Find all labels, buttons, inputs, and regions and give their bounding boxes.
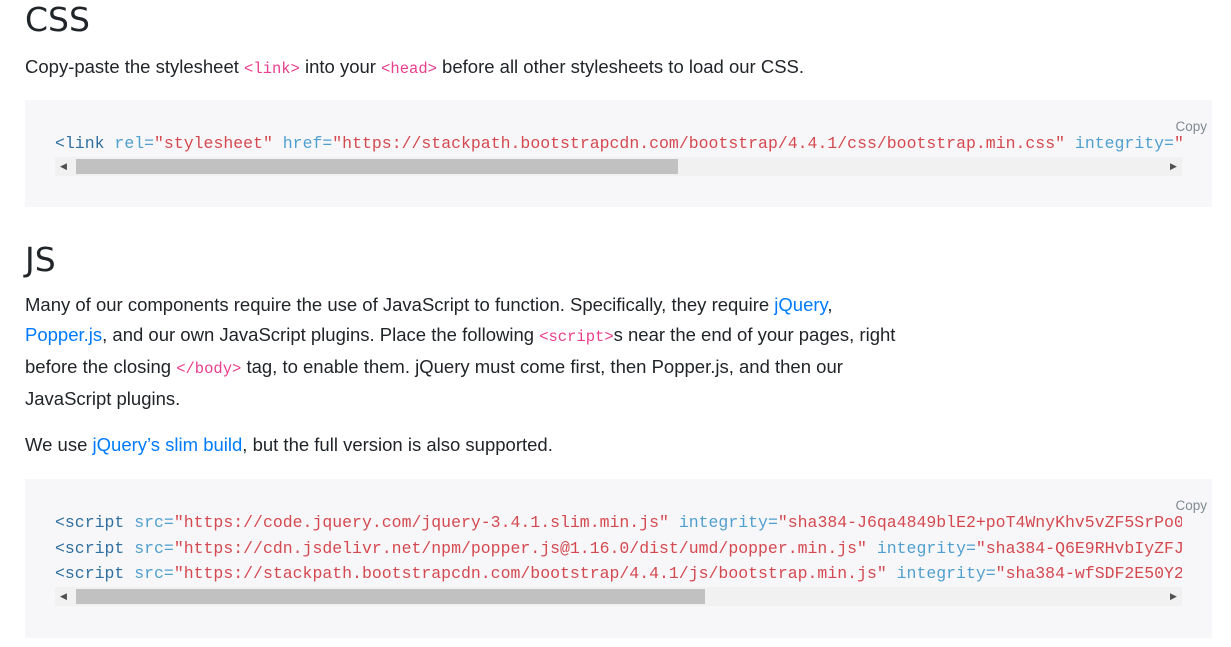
code-line: <script src="https://cdn.jsdelivr.net/np… xyxy=(55,536,1182,562)
js-intro-line-4: JavaScript plugins. xyxy=(25,384,985,414)
js-slim-paragraph: We use jQuery’s slim build, but the full… xyxy=(25,430,553,460)
js-text: Many of our components require the use o… xyxy=(25,294,775,315)
scrollbar-thumb[interactable] xyxy=(76,159,678,174)
code-string: "stylesheet" xyxy=(154,134,273,153)
code-string: "https://stackpath.bootstrapcdn.com/boot… xyxy=(332,134,1066,153)
scroll-left-arrow-icon[interactable]: ◀ xyxy=(55,157,72,176)
js-intro-line-3: before the closing </body> tag, to enabl… xyxy=(25,352,985,384)
js-heading: JS xyxy=(25,240,56,279)
scroll-right-arrow-icon[interactable]: ▶ xyxy=(1165,587,1182,606)
js-code-block: Copy <script src="https://code.jquery.co… xyxy=(25,479,1212,638)
code-string: "sha384-J6qa4849blE2+poT4WnyKhv5vZF5SrPo… xyxy=(777,513,1182,532)
code-attr: integrity= xyxy=(886,564,996,583)
code-string: "sha384-wfSDF2E50Y2D1uUdj0O3uMBJnjuUD4Ih… xyxy=(995,564,1182,583)
js-text: JavaScript plugins. xyxy=(25,388,181,409)
code-string: "sha384-Q6E9RHvbIyZFJoft+2mJbHaEWldlvI9I… xyxy=(975,538,1182,558)
js-text: , but the full version is also supported… xyxy=(242,434,553,455)
js-text: tag, to enable them. jQuery must come fi… xyxy=(241,356,843,377)
js-horizontal-scrollbar[interactable]: ◀ ▶ xyxy=(55,587,1182,606)
code-tag: <script xyxy=(55,538,125,558)
js-intro-line-1: Many of our components require the use o… xyxy=(25,290,985,320)
css-code-scroll-area[interactable]: <link rel="stylesheet" href="https://sta… xyxy=(55,131,1182,157)
code-attr: src= xyxy=(124,538,174,558)
code-attr: src= xyxy=(124,564,174,583)
js-code-scroll-area[interactable]: <script src="https://code.jquery.com/jqu… xyxy=(55,510,1182,587)
code-string: "https://stackpath.bootstrapcdn.com/boot… xyxy=(173,564,887,583)
code-tag: <script xyxy=(55,564,125,583)
js-text: , and our own JavaScript plugins. Place … xyxy=(102,324,540,345)
code-tag: <link xyxy=(55,134,105,153)
scroll-left-arrow-icon[interactable]: ◀ xyxy=(55,587,72,606)
code-string: "https://cdn.jsdelivr.net/npm/popper.js@… xyxy=(173,538,867,558)
code-attr: integrity= xyxy=(866,538,976,558)
css-intro-text-3: before all other stylesheets to load our… xyxy=(436,56,805,77)
js-text: s near the end of your pages, right xyxy=(613,324,896,345)
code-attr: src= xyxy=(124,513,174,532)
js-intro-paragraph: Many of our components require the use o… xyxy=(25,290,985,414)
css-code-block: Copy <link rel="stylesheet" href="https:… xyxy=(25,100,1212,207)
scrollbar-thumb[interactable] xyxy=(76,589,705,604)
js-text: We use xyxy=(25,434,93,455)
popper-link[interactable]: Popper.js xyxy=(25,324,102,345)
code-attr: integrity= xyxy=(668,513,778,532)
code-string: "https://code.jquery.com/jquery-3.4.1.sl… xyxy=(173,513,669,532)
inline-code-body: </body> xyxy=(176,360,242,378)
code-tag: <script xyxy=(55,513,125,532)
jquery-link[interactable]: jQuery xyxy=(774,294,827,315)
jquery-slim-link[interactable]: jQuery’s slim build xyxy=(93,434,243,455)
code-string: "sha384-Vkoo8x4CGsO3+Hhxv8T/Q5PaXtkKtu6u… xyxy=(1174,134,1182,153)
css-intro-text-2: into your xyxy=(299,56,382,77)
code-line: <script src="https://code.jquery.com/jqu… xyxy=(55,510,1182,536)
code-line: <script src="https://stackpath.bootstrap… xyxy=(55,561,1182,587)
css-horizontal-scrollbar[interactable]: ◀ ▶ xyxy=(55,157,1182,176)
inline-code-head: <head> xyxy=(381,60,437,78)
code-line: <link rel="stylesheet" href="https://sta… xyxy=(55,131,1182,157)
css-intro-paragraph: Copy-paste the stylesheet <link> into yo… xyxy=(25,52,804,84)
code-attr: integrity= xyxy=(1065,134,1174,153)
code-attr: rel= xyxy=(104,134,155,153)
js-text: before the closing xyxy=(25,356,177,377)
css-intro-text-1: Copy-paste the stylesheet xyxy=(25,56,245,77)
css-heading: CSS xyxy=(25,0,90,39)
documentation-page: CSS Copy-paste the stylesheet <link> int… xyxy=(0,0,1231,647)
code-attr: href= xyxy=(272,134,333,153)
inline-code-script: <script> xyxy=(539,328,614,346)
js-intro-line-2: Popper.js, and our own JavaScript plugin… xyxy=(25,320,985,352)
js-text: , xyxy=(827,294,833,315)
inline-code-link: <link> xyxy=(244,60,300,78)
scroll-right-arrow-icon[interactable]: ▶ xyxy=(1165,157,1182,176)
